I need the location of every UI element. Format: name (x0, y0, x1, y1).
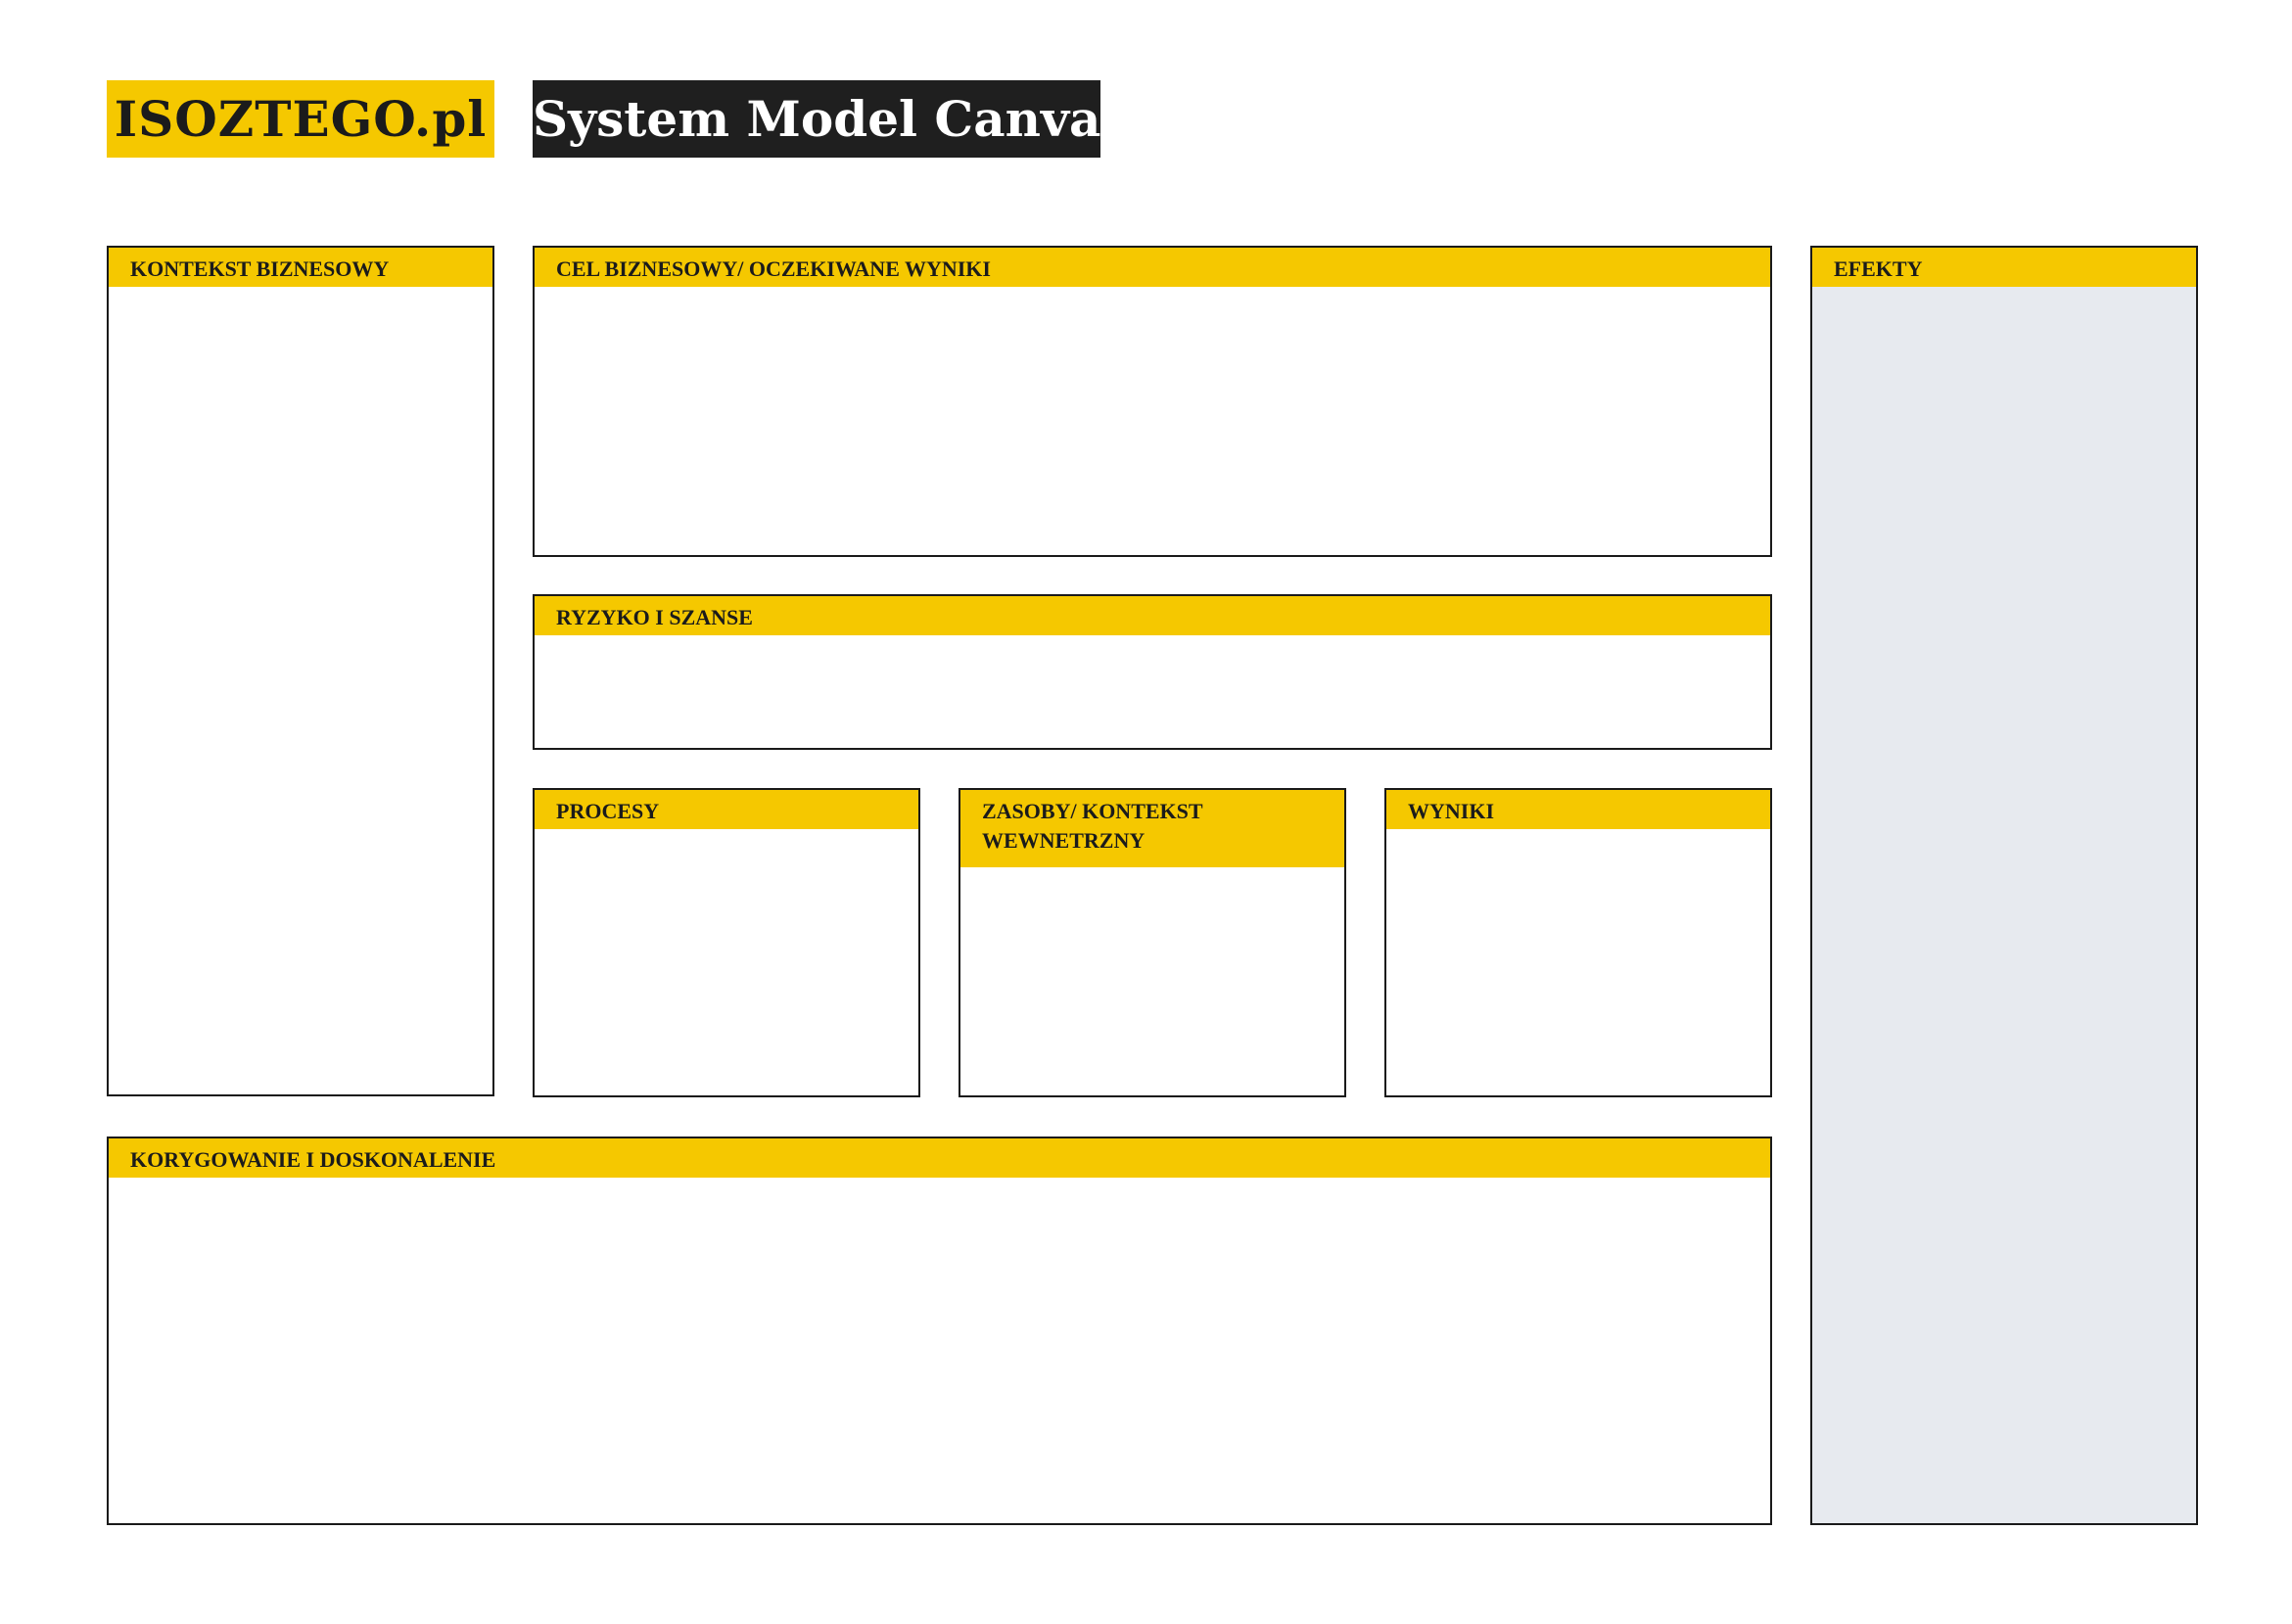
processes-panel: PROCESY (533, 788, 920, 1097)
effects-header: EFEKTY (1812, 248, 2196, 287)
page-title: System Model Canvas (533, 80, 1129, 158)
business-goal-header: CEL BIZNESOWY/ OCZEKIWANE WYNIKI (535, 248, 1770, 287)
resources-panel: ZASOBY/ KONTEKST WEWNETRZNY (959, 788, 1346, 1097)
business-context-header: KONTEKST BIZNESOWY (109, 248, 492, 287)
resources-area[interactable] (960, 867, 1344, 1095)
resources-header-line2: WEWNETRZNY (982, 828, 1146, 853)
business-goal-panel: CEL BIZNESOWY/ OCZEKIWANE WYNIKI (533, 246, 1772, 557)
results-area[interactable] (1386, 829, 1770, 1095)
results-header: WYNIKI (1386, 790, 1770, 829)
improvement-header: KORYGOWANIE I DOSKONALENIE (109, 1138, 1770, 1178)
improvement-panel: KORYGOWANIE I DOSKONALENIE (107, 1137, 1772, 1525)
business-goal-area[interactable] (535, 287, 1770, 555)
resources-header: ZASOBY/ KONTEKST WEWNETRZNY (960, 790, 1344, 867)
effects-area[interactable] (1812, 287, 2196, 1523)
processes-area[interactable] (535, 829, 918, 1095)
business-context-area[interactable] (109, 287, 492, 1094)
logo: ISOZTEGO.pl (107, 80, 494, 158)
improvement-area[interactable] (109, 1178, 1770, 1523)
processes-header: PROCESY (535, 790, 918, 829)
results-panel: WYNIKI (1384, 788, 1772, 1097)
risks-header: RYZYKO I SZANSE (535, 596, 1770, 635)
risks-panel: RYZYKO I SZANSE (533, 594, 1772, 750)
resources-header-line1: ZASOBY/ KONTEKST (982, 799, 1203, 823)
risks-area[interactable] (535, 635, 1770, 748)
effects-panel: EFEKTY (1810, 246, 2198, 1525)
business-context-panel: KONTEKST BIZNESOWY (107, 246, 494, 1096)
